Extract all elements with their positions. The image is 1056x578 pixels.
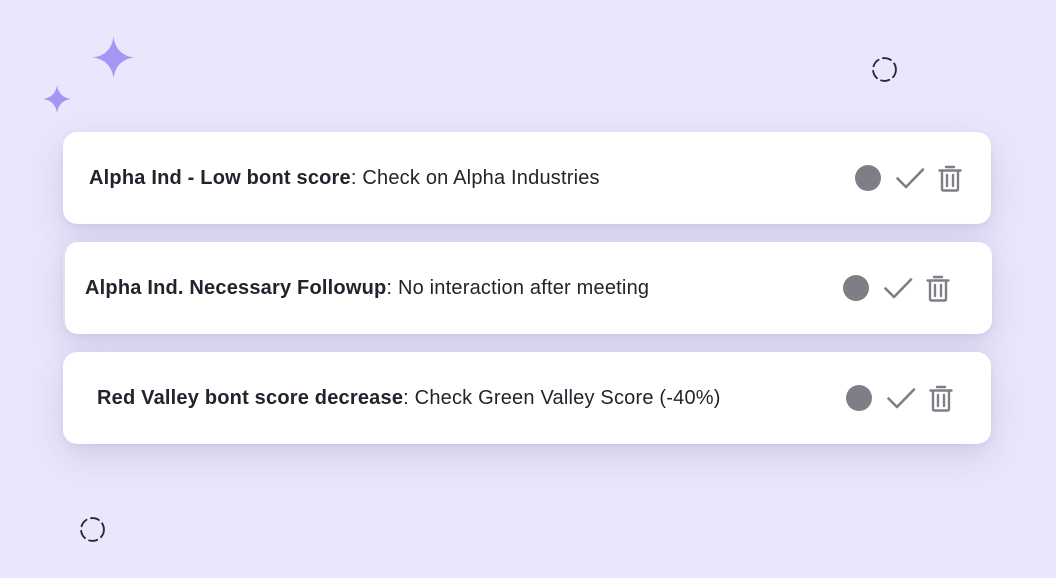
task-title: Alpha Ind - Low bont score <box>89 166 351 189</box>
task-description: Check Green Valley Score (-40%) <box>414 386 721 409</box>
task-actions <box>843 273 951 303</box>
delete-button[interactable] <box>928 383 954 413</box>
loading-spinner-icon <box>80 517 105 542</box>
complete-button[interactable] <box>895 163 925 193</box>
check-icon <box>887 388 916 409</box>
check-icon <box>896 168 925 189</box>
task-card: Alpha Ind. Necessary Followup: No intera… <box>63 242 992 334</box>
complete-button[interactable] <box>886 383 916 413</box>
task-separator: : <box>386 276 398 299</box>
task-text: Red Valley bont score decrease: Check Gr… <box>97 387 721 410</box>
task-title: Alpha Ind. Necessary Followup <box>85 276 387 299</box>
complete-button[interactable] <box>883 273 913 303</box>
trash-icon <box>929 385 953 412</box>
trash-icon <box>938 165 962 192</box>
task-separator: : <box>403 386 415 409</box>
task-text: Alpha Ind. Necessary Followup: No intera… <box>85 277 649 300</box>
task-title: Red Valley bont score decrease <box>97 386 404 409</box>
sparkle-icon <box>93 37 134 78</box>
delete-button[interactable] <box>925 273 951 303</box>
trash-icon <box>926 275 950 302</box>
task-actions <box>855 163 963 193</box>
task-text: Alpha Ind - Low bont score: Check on Alp… <box>89 167 600 190</box>
check-icon <box>884 278 913 299</box>
task-card: Alpha Ind - Low bont score: Check on Alp… <box>63 132 991 224</box>
task-card: Red Valley bont score decrease: Check Gr… <box>63 352 991 444</box>
task-separator: : <box>350 166 363 189</box>
delete-button[interactable] <box>937 163 963 193</box>
loading-spinner-icon <box>872 57 897 82</box>
status-dot[interactable] <box>843 275 869 301</box>
status-dot[interactable] <box>846 385 872 411</box>
sparkle-icon <box>43 85 71 113</box>
task-actions <box>846 383 954 413</box>
task-description: No interaction after meeting <box>397 276 650 299</box>
status-dot[interactable] <box>855 165 881 191</box>
task-description: Check on Alpha Industries <box>362 166 600 189</box>
